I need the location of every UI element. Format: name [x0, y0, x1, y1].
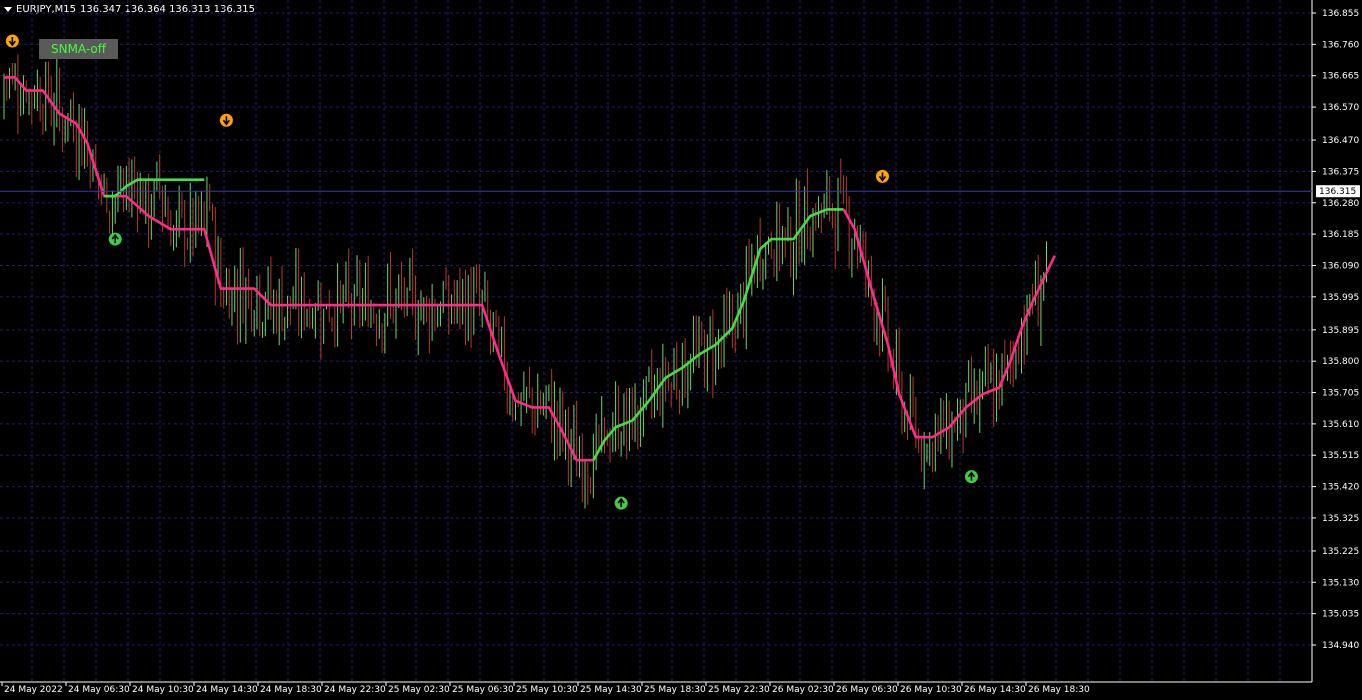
time-label: 25 May 06:30 [452, 685, 514, 695]
price-label: 135.325 [1322, 514, 1359, 524]
buy-signal-icon [108, 232, 122, 246]
time-label: 24 May 14:30 [196, 685, 258, 695]
current-price-label: 136.315 [1319, 187, 1356, 197]
buy-signal-icon [964, 470, 978, 484]
price-label: 135.895 [1322, 326, 1359, 336]
sell-signal-icon [875, 169, 889, 183]
time-axis: 24 May 2022 24 May 06:30 24 May 10:30 24 Ma… [1, 682, 1090, 695]
buy-signal-icon [614, 496, 628, 510]
price-label: 135.225 [1322, 547, 1359, 557]
price-label: 135.130 [1322, 578, 1359, 588]
sell-signal-icon [5, 34, 19, 48]
time-label: 24 May 06:30 [68, 685, 130, 695]
price-label: 135.035 [1322, 610, 1359, 620]
time-label: 24 May 2022 [4, 685, 63, 695]
price-label: 136.375 [1322, 167, 1359, 177]
price-label: 135.995 [1322, 293, 1359, 303]
price-label: 136.665 [1322, 72, 1359, 82]
price-label: 136.090 [1322, 261, 1359, 271]
price-label: 135.515 [1322, 451, 1359, 461]
price-label: 135.800 [1322, 357, 1359, 367]
price-chart[interactable]: 136.855 136.760 136.665 136.570 136.470 136.3… [0, 0, 1362, 700]
time-label: 25 May 14:30 [580, 685, 642, 695]
price-label: 134.940 [1322, 641, 1359, 651]
time-label: 26 May 18:30 [1028, 685, 1090, 695]
time-label: 26 May 10:30 [900, 685, 962, 695]
price-label: 136.855 [1322, 9, 1359, 19]
time-label: 25 May 22:30 [708, 685, 770, 695]
time-label: 26 May 02:30 [772, 685, 834, 695]
time-label: 25 May 10:30 [516, 685, 578, 695]
time-label: 25 May 18:30 [644, 685, 706, 695]
price-label: 136.470 [1322, 136, 1359, 146]
time-label: 26 May 14:30 [964, 685, 1026, 695]
time-label: 24 May 22:30 [324, 685, 386, 695]
price-label: 136.570 [1322, 103, 1359, 113]
chart-grid [0, 0, 1312, 682]
time-label: 25 May 02:30 [388, 685, 450, 695]
price-label: 136.280 [1322, 199, 1359, 209]
snma-toggle-button[interactable]: SNMA-off [39, 39, 118, 59]
time-label: 24 May 10:30 [132, 685, 194, 695]
price-label: 136.185 [1322, 230, 1359, 240]
price-label: 135.420 [1322, 483, 1359, 493]
time-label: 26 May 06:30 [836, 685, 898, 695]
sell-signal-icon [219, 113, 233, 127]
time-label: 24 May 18:30 [260, 685, 322, 695]
price-label: 135.610 [1322, 420, 1359, 430]
sma-lines [4, 76, 1056, 462]
price-label: 136.760 [1322, 40, 1359, 50]
price-label: 135.705 [1322, 389, 1359, 399]
